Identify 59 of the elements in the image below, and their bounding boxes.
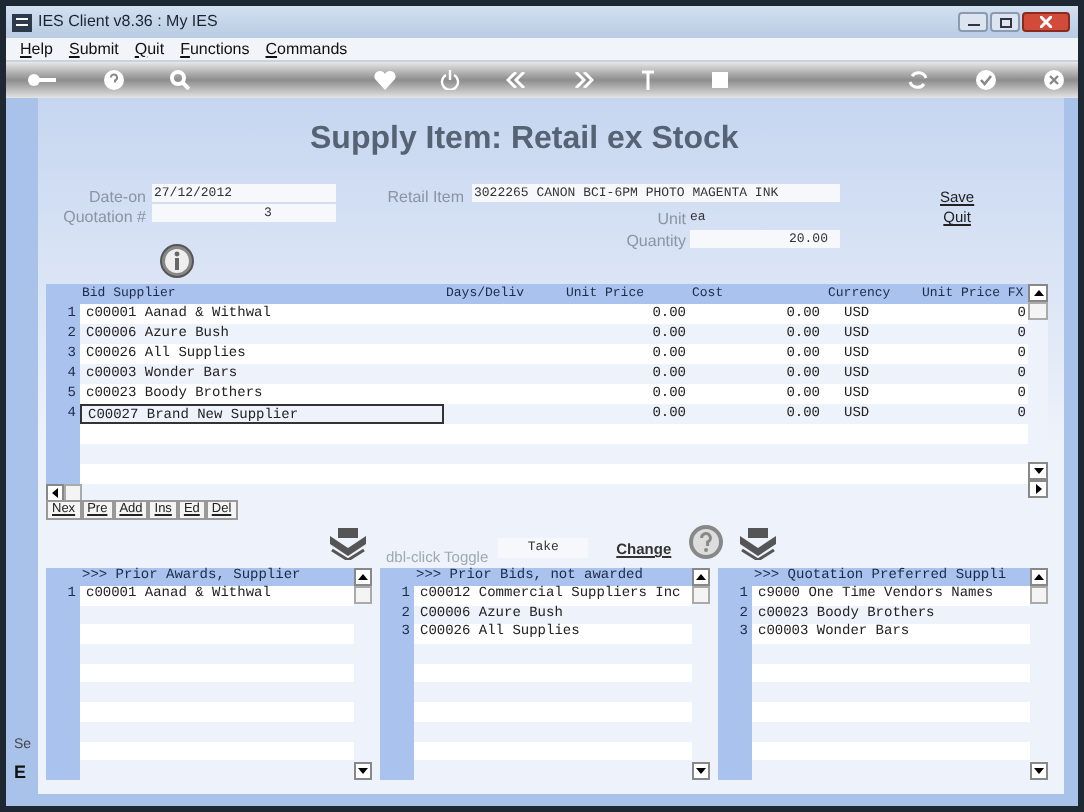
menu-item[interactable]: Commands: [265, 39, 348, 59]
scroll-up-button[interactable]: [692, 568, 710, 586]
field-label: Quantity: [626, 232, 686, 246]
scroll-up-button[interactable]: [1028, 284, 1048, 302]
double-left-icon[interactable]: [506, 72, 526, 88]
close-icon: [1040, 16, 1052, 28]
scroll-down-button[interactable]: [692, 762, 710, 780]
menu-item[interactable]: Functions: [180, 39, 250, 59]
up-arrow-icon: [358, 574, 368, 580]
down-arrow-icon: [358, 768, 368, 774]
scrollbar-thumb[interactable]: [354, 586, 372, 604]
left-arrow-icon: [52, 488, 58, 498]
down-chevron-icon: [330, 528, 366, 560]
scroll-right-button[interactable]: [1028, 480, 1048, 498]
search-icon[interactable]: [170, 70, 190, 90]
row-header: [46, 760, 80, 780]
field-label: Date-on: [89, 188, 146, 206]
maximize-button[interactable]: [990, 12, 1020, 32]
scroll-up-button[interactable]: [1030, 568, 1048, 586]
check-icon[interactable]: [976, 70, 996, 90]
pin-icon[interactable]: [642, 70, 654, 90]
info-icon[interactable]: [160, 244, 194, 278]
scroll-up-button[interactable]: [354, 568, 372, 586]
row-header: [718, 760, 752, 780]
down-arrow-icon: [1034, 768, 1044, 774]
refresh-icon[interactable]: [908, 70, 928, 90]
power-icon[interactable]: [440, 70, 460, 90]
key-icon[interactable]: [28, 72, 56, 88]
app-icon: [12, 13, 32, 31]
up-arrow-icon: [1034, 574, 1044, 580]
scrollbar-thumb[interactable]: [692, 586, 710, 604]
scrollbar-thumb[interactable]: [1028, 302, 1048, 320]
down-arrow-icon: [696, 768, 706, 774]
down-arrow-icon: [1033, 468, 1043, 474]
page-heading: Supply Item: Retail ex Stock: [310, 120, 741, 160]
field-label: Quotation #: [63, 208, 146, 226]
field-label: Retail Item: [387, 188, 464, 210]
menu-item[interactable]: Submit: [68, 39, 119, 59]
down-chevron-icon: [739, 528, 776, 560]
heart-icon[interactable]: [374, 70, 396, 90]
window-title: IES Client v8.36 : My IES: [38, 10, 218, 34]
field-label: Unit: [657, 210, 686, 228]
scroll-down-button[interactable]: [1030, 762, 1048, 780]
scroll-down-button[interactable]: [1028, 462, 1048, 480]
close-icon[interactable]: [1044, 70, 1064, 90]
scroll-down-button[interactable]: [354, 762, 372, 780]
help-icon[interactable]: [104, 70, 124, 90]
side-label: E: [14, 762, 29, 782]
menu-item[interactable]: Help: [20, 39, 53, 59]
row-header: [380, 760, 414, 780]
minimize-button[interactable]: [958, 12, 988, 32]
double-right-icon[interactable]: [574, 72, 594, 88]
scrollbar-thumb[interactable]: [1030, 586, 1048, 604]
menu-item[interactable]: Quit: [134, 39, 165, 59]
up-arrow-icon: [696, 574, 706, 580]
up-arrow-icon: [1033, 290, 1043, 296]
close-button[interactable]: [1022, 12, 1070, 32]
row-header: [46, 464, 80, 484]
right-arrow-icon: [1035, 484, 1041, 494]
